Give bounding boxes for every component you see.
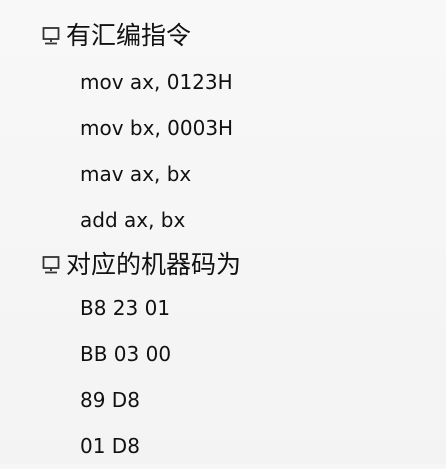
machine-code-line: B8 23 01: [80, 296, 171, 320]
slide-canvas: 有汇编指令 mov ax, 0123H mov bx, 0003H mav ax…: [0, 0, 446, 464]
section-heading-text: 对应的机器码为: [66, 250, 242, 279]
machine-code-section: 对应的机器码为 B8 23 01 BB 03 00 89 D8 01 D8: [42, 247, 432, 469]
machine-code-line: 01 D8: [80, 434, 140, 458]
instruction-line: mav ax, bx: [80, 162, 192, 186]
section-heading: 有汇编指令: [42, 18, 432, 54]
instruction-line: mov ax, 0123H: [80, 70, 233, 94]
machine-code-line: BB 03 00: [80, 342, 172, 366]
assembly-instructions-section: 有汇编指令 mov ax, 0123H mov bx, 0003H mav ax…: [42, 18, 432, 243]
section-heading-text: 有汇编指令: [66, 21, 192, 50]
monitor-icon: [42, 27, 60, 45]
instruction-line: add ax, bx: [80, 208, 186, 232]
monitor-icon: [42, 256, 60, 274]
instruction-line: mov bx, 0003H: [80, 116, 234, 140]
machine-code-line: 89 D8: [80, 388, 140, 412]
section-heading: 对应的机器码为: [42, 247, 432, 283]
instruction-list: mov ax, 0123H mov bx, 0003H mav ax, bx a…: [42, 59, 432, 243]
machine-code-list: B8 23 01 BB 03 00 89 D8 01 D8: [42, 285, 432, 469]
